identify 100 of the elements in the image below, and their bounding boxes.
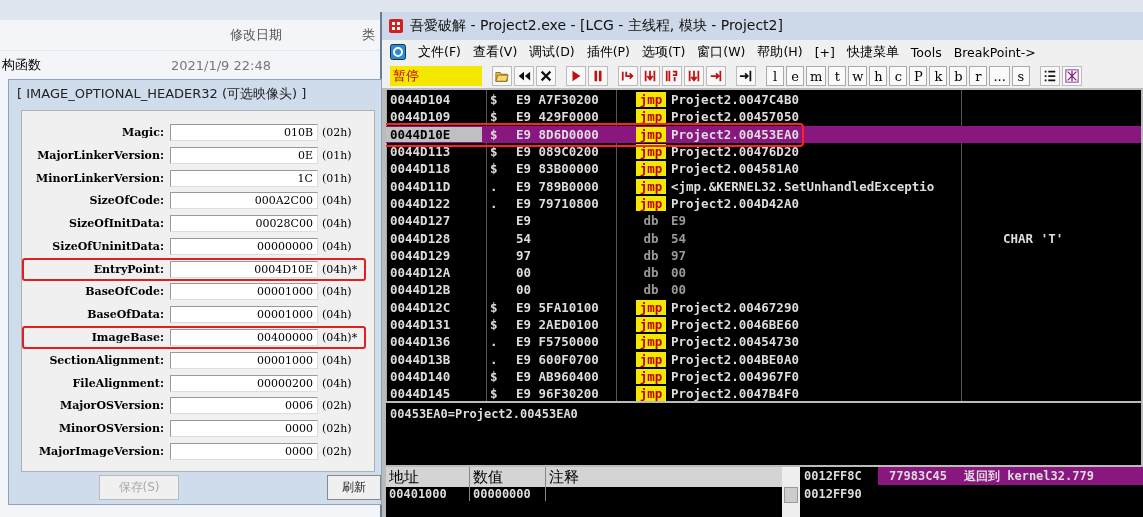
disassembly-row[interactable]: 0044D109 $ E9 429F0000 jmp Project2.00457050 [386, 108, 1141, 126]
file-name[interactable]: 构函数 [2, 56, 41, 74]
comment-cell-text: 返回到 kernel32.779 [963, 467, 1094, 485]
value-field[interactable]: 0006 [170, 397, 318, 415]
address-cell-text: 0044D104 [389, 92, 452, 108]
field-label: EntryPoint: [92, 262, 165, 276]
address-cell-text: 0044D122 [389, 195, 452, 211]
disassembly-row[interactable]: 0044D129 97 db 97 [386, 246, 1141, 264]
comment-cell-text: CHAR 'T' [1002, 230, 1064, 246]
disassembly-row[interactable]: 0044D12B 00 db 00 [386, 281, 1141, 299]
menu-item[interactable]: 选项(T) [637, 43, 692, 61]
menu-item[interactable]: 调试(D) [525, 43, 581, 61]
window-button[interactable]: w [848, 66, 868, 86]
list-icon[interactable] [1039, 66, 1060, 86]
mnemonic-cell: jmp [636, 351, 666, 367]
disassembly-row[interactable]: 0044D104 $ E9 A7F30200 jmp Project2.0047C4B0 [386, 91, 1141, 109]
window-button[interactable]: k [929, 66, 948, 86]
value-field[interactable]: 1C [170, 169, 318, 187]
disassembly-row[interactable]: 0044D118 $ E9 83B00000 jmp Project2.004581A0 [386, 160, 1141, 178]
window-button[interactable]: t [828, 66, 847, 86]
field-label: BaseOfCode: [84, 285, 165, 299]
grid-icon[interactable] [1061, 66, 1082, 86]
step-over-icon[interactable] [640, 66, 660, 86]
value-field[interactable]: 0000 [170, 443, 318, 461]
column-header[interactable]: 注释 [546, 467, 782, 487]
disassembly-row[interactable]: 0044D12A 00 db 00 [386, 263, 1141, 282]
window-button[interactable]: ... [989, 66, 1010, 86]
window-button[interactable]: h [869, 66, 888, 86]
disassembly-row[interactable]: 0044D13B . E9 600F0700 jmp Project2.004BE0A0 [386, 350, 1141, 368]
trace-into-icon[interactable] [662, 66, 682, 86]
window-button[interactable]: P [909, 66, 928, 86]
menu-item[interactable]: 插件(P) [582, 43, 636, 61]
disassembly-row[interactable]: 0044D113 $ E9 089C0200 jmp Project2.00476D20 [386, 142, 1141, 161]
value-field[interactable]: 00028C00 [170, 215, 318, 233]
disassembly-row[interactable]: 0044D128 54 db 54 CHAR 'T' [386, 229, 1141, 247]
disassembly-row[interactable]: 0044D131 $ E9 2AED0100 jmp Project2.0046BE60 [386, 315, 1141, 334]
column-header[interactable]: 修改日期 [230, 26, 282, 44]
window-button[interactable]: r [969, 66, 988, 86]
disassembly-row[interactable]: 0044D127 E9 db E9 [386, 212, 1141, 230]
file-date: 2021/1/9 22:48 [171, 57, 271, 73]
disassembly-row[interactable]: 0044D10E $ E9 8D6D0000 jmp Project2.00453EA0 [386, 125, 1141, 143]
menu-item[interactable]: [+] [810, 44, 841, 60]
menu-item[interactable]: 文件(F) [414, 43, 467, 61]
mnemonic-cell: jmp [636, 178, 666, 194]
menu-item[interactable]: 查看(V) [468, 43, 524, 61]
disassembly-row[interactable]: 0044D12C $ E9 5FA10100 jmp Project2.00467290 [386, 298, 1141, 316]
mnemonic-cell: jmp [636, 161, 666, 177]
dialog-title: [ IMAGE_OPTIONAL_HEADER32 (可选映像头) ] [16, 85, 308, 103]
window-button[interactable]: e [786, 66, 804, 86]
scrollbar[interactable] [782, 467, 800, 517]
window-button[interactable]: b [949, 66, 968, 86]
column-header[interactable]: 地址 [386, 467, 470, 487]
window-button[interactable]: s [1011, 66, 1030, 86]
step-into-icon[interactable] [618, 66, 638, 86]
marker-cell-text: $ [489, 144, 499, 160]
menu-item[interactable]: BreakPoint-> [949, 44, 1042, 60]
field-size: (04h) [321, 285, 353, 299]
window-button[interactable]: l [766, 66, 784, 86]
dialog-button[interactable]: 刷新 [327, 475, 381, 501]
pause-icon[interactable] [588, 66, 608, 86]
value-field[interactable]: 00001000 [170, 283, 318, 301]
close-icon[interactable] [536, 66, 556, 86]
value-field[interactable]: 010B [170, 123, 318, 141]
marker-cell-text: . [489, 351, 499, 367]
value-field[interactable]: 000A2C00 [170, 192, 318, 210]
field-label: MinorLinkerVersion: [35, 171, 165, 185]
column-header[interactable]: 类 [362, 26, 375, 44]
window-button[interactable]: m [806, 66, 827, 86]
value-field[interactable]: 0004D10E [170, 260, 318, 278]
c-logo-icon[interactable] [390, 44, 406, 60]
status-label: 暂停 [390, 66, 482, 86]
marker-cell-text: $ [489, 317, 499, 332]
open-folder-icon[interactable] [492, 66, 512, 86]
operand-cell-text: Project2.00457050 [670, 109, 800, 125]
disassembly-row[interactable]: 0044D11D . E9 789B0000 jmp <jmp.&KERNEL32.SetUnhandledExceptio [386, 177, 1141, 195]
value-field[interactable]: 00400000 [170, 329, 318, 347]
play-icon[interactable] [566, 66, 586, 86]
disassembly-row[interactable]: 0044D122 . E9 79710800 jmp Project2.004D42A0 [386, 194, 1141, 213]
return-icon[interactable] [706, 66, 726, 86]
menu-item[interactable]: Tools [906, 44, 948, 60]
value-field[interactable]: 00001000 [170, 306, 318, 324]
rewind-icon[interactable] [514, 66, 534, 86]
disassembly-row[interactable]: 0044D136 . E9 F5750000 jmp Project2.00454730 [386, 333, 1141, 351]
value-field[interactable]: 00000000 [170, 237, 318, 255]
mnemonic-cell: jmp [636, 317, 666, 332]
menu-item[interactable]: 快捷菜单 [842, 43, 905, 61]
disassembly-row[interactable]: 0044D140 $ E9 AB960400 jmp Project2.004967F0 [386, 367, 1141, 386]
stack-row-highlight[interactable]: 77983C45 返回到 kernel32.779 [878, 467, 1143, 485]
trace-over-icon[interactable] [684, 66, 704, 86]
disassembly-row[interactable]: 0044D145 $ E9 96F30200 jmp Project2.0047B4F0 [386, 385, 1141, 401]
bytes-cell-text: E9 83B00000 [515, 161, 600, 177]
goto-icon[interactable] [736, 66, 756, 86]
column-header[interactable]: 数值 [470, 467, 546, 487]
menu-item[interactable]: 帮助(H) [753, 43, 809, 61]
window-button[interactable]: c [889, 66, 908, 86]
value-field[interactable]: 00001000 [170, 351, 318, 369]
value-field[interactable]: 00000200 [170, 374, 318, 392]
menu-item[interactable]: 窗口(W) [693, 43, 752, 61]
value-field[interactable]: 0000 [170, 420, 318, 438]
value-field[interactable]: 0E [170, 146, 318, 164]
